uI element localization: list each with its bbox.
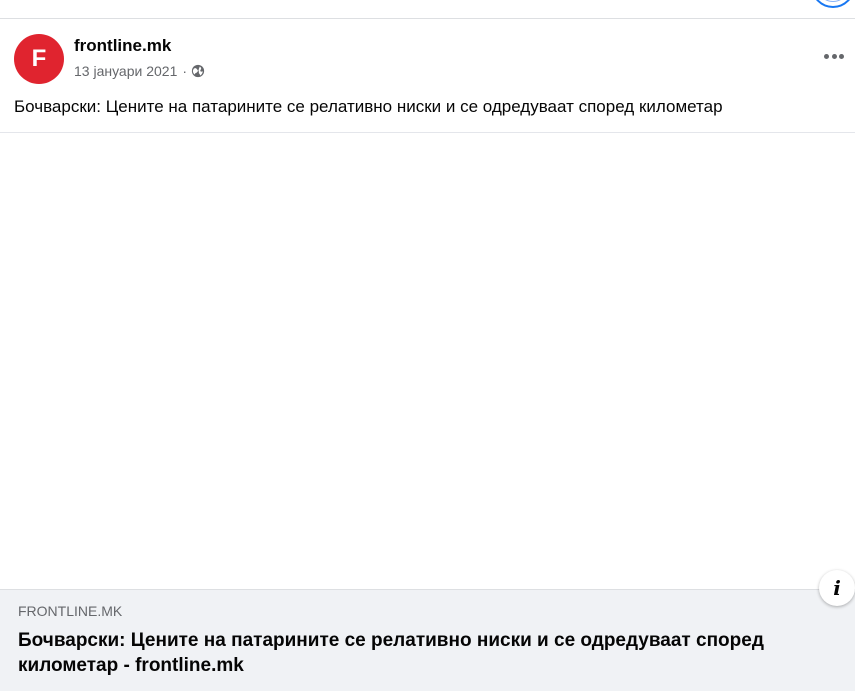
page-avatar[interactable]: F (14, 34, 64, 84)
more-options-icon[interactable] (821, 44, 847, 68)
link-domain: FRONTLINE.MK (18, 603, 123, 619)
avatar-letter: F (31, 45, 47, 72)
link-preview[interactable]: FRONTLINE.MK Бочварски: Цените на патари… (0, 589, 855, 691)
post-meta: 13 јануари 2021 · (74, 63, 205, 79)
globe-icon (191, 64, 205, 78)
post-date-link[interactable]: 13 јануари 2021 (74, 63, 177, 79)
link-image-area[interactable] (0, 133, 855, 589)
link-title: Бочварски: Цените на патарините се релат… (18, 630, 764, 676)
page-name-link[interactable]: frontline.mk (74, 36, 171, 56)
post-card: F frontline.mk 13 јануари 2021 · Бочварс… (0, 0, 855, 691)
top-strip (0, 0, 855, 19)
post-text: Бочварски: Цените на патарините се релат… (14, 97, 723, 116)
info-icon[interactable]: i (819, 570, 855, 606)
meta-separator: · (182, 63, 188, 79)
